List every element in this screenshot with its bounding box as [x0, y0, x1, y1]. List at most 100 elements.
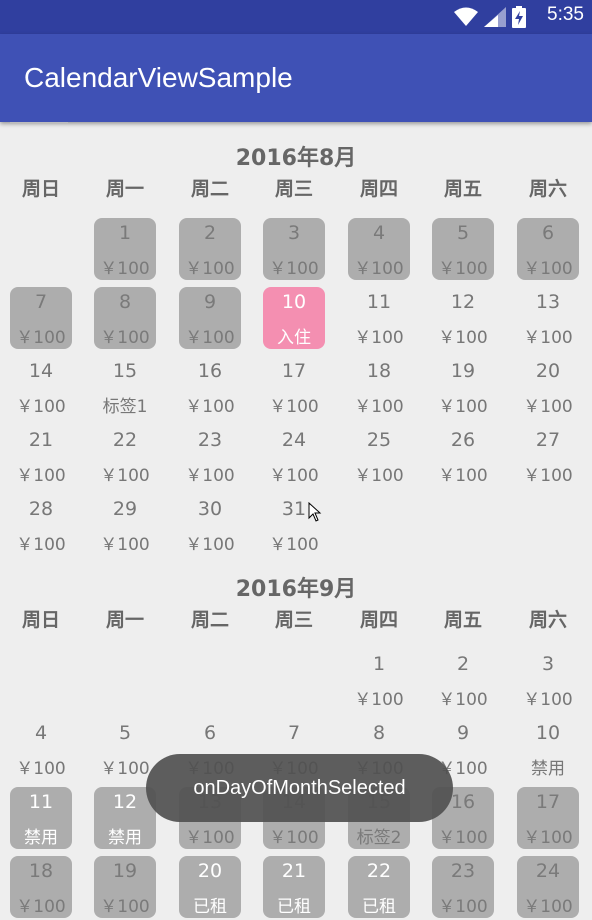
day-cell[interactable]: 25 ￥100	[348, 425, 410, 487]
day-label: ￥100	[185, 535, 235, 555]
day-number: 2	[203, 222, 217, 244]
day-number: 23	[450, 860, 476, 882]
day-cell[interactable]: 1 ￥100	[94, 218, 156, 280]
day-label: 已租	[193, 897, 227, 917]
day-number: 6	[541, 222, 555, 244]
day-label: ￥100	[523, 828, 573, 848]
day-cell[interactable]: 18 ￥100	[348, 356, 410, 418]
day-label: 入住	[277, 328, 311, 348]
day-cell[interactable]: 20 ￥100	[517, 356, 579, 418]
day-number: 28	[28, 498, 54, 520]
day-cell[interactable]: 12 ￥100	[432, 287, 494, 349]
weekday-header: 周五	[443, 178, 482, 200]
day-cell[interactable]: 7 ￥100	[10, 287, 72, 349]
day-number: 1	[118, 222, 132, 244]
weekday-header: 周日	[21, 609, 60, 631]
weekday-header: 周三	[274, 178, 313, 200]
day-cell[interactable]: 1 ￥100	[348, 649, 410, 711]
day-cell[interactable]: 10 入住	[263, 287, 325, 349]
day-cell[interactable]: 3 ￥100	[517, 649, 579, 711]
day-number: 23	[197, 429, 223, 451]
day-label: ￥100	[100, 466, 150, 486]
day-cell[interactable]: 30 ￥100	[179, 494, 241, 556]
weekday-header: 周二	[190, 178, 229, 200]
status-bar: 5:35	[0, 0, 592, 34]
day-cell[interactable]: 23 ￥100	[432, 856, 494, 918]
day-cell[interactable]: 5 ￥100	[94, 718, 156, 780]
day-cell[interactable]: 4 ￥100	[10, 718, 72, 780]
day-cell[interactable]: 18 ￥100	[10, 856, 72, 918]
day-number: 7	[287, 722, 301, 744]
day-cell[interactable]: 6 ￥100	[517, 218, 579, 280]
day-number: 30	[197, 498, 223, 520]
day-cell[interactable]: 2 ￥100	[179, 218, 241, 280]
day-cell[interactable]: 21 已租	[263, 856, 325, 918]
day-number: 7	[34, 291, 48, 313]
day-label: ￥100	[185, 328, 235, 348]
day-cell[interactable]: 19 ￥100	[94, 856, 156, 918]
weekday-header: 周五	[443, 609, 482, 631]
weekday-header: 周一	[105, 178, 144, 200]
signal-icon	[484, 7, 506, 27]
day-label: ￥100	[523, 897, 573, 917]
day-cell[interactable]: 4 ￥100	[348, 218, 410, 280]
weekday-header: 周六	[528, 178, 567, 200]
day-cell[interactable]: 26 ￥100	[432, 425, 494, 487]
day-cell[interactable]: 22 ￥100	[94, 425, 156, 487]
day-cell[interactable]: 23 ￥100	[179, 425, 241, 487]
day-cell[interactable]: 14 ￥100	[10, 356, 72, 418]
day-label: 已租	[362, 897, 396, 917]
day-label: ￥100	[185, 828, 235, 848]
day-label: ￥100	[16, 466, 66, 486]
day-cell[interactable]: 20 已租	[179, 856, 241, 918]
day-cell[interactable]: 17 ￥100	[263, 356, 325, 418]
day-label: ￥100	[16, 397, 66, 417]
day-label: ￥100	[438, 259, 488, 279]
day-label: ￥100	[438, 397, 488, 417]
day-number: 12	[450, 291, 476, 313]
day-cell[interactable]: 11 禁用	[10, 787, 72, 849]
day-number: 5	[118, 722, 132, 744]
day-label: 标签2	[356, 828, 402, 848]
day-label: ￥100	[269, 535, 319, 555]
day-cell[interactable]: 13 ￥100	[517, 287, 579, 349]
day-cell[interactable]: 17 ￥100	[517, 787, 579, 849]
weekday-header: 周四	[359, 178, 398, 200]
day-label: ￥100	[523, 466, 573, 486]
day-cell[interactable]: 11 ￥100	[348, 287, 410, 349]
day-cell[interactable]: 19 ￥100	[432, 356, 494, 418]
day-label: 禁用	[531, 759, 565, 779]
day-cell[interactable]: 24 ￥100	[517, 856, 579, 918]
day-label: ￥100	[16, 535, 66, 555]
day-cell[interactable]: 21 ￥100	[10, 425, 72, 487]
day-label: ￥100	[100, 259, 150, 279]
day-label: ￥100	[438, 328, 488, 348]
day-cell[interactable]: 9 ￥100	[179, 287, 241, 349]
day-number: 16	[197, 360, 223, 382]
day-number: 29	[112, 498, 138, 520]
day-number: 8	[118, 291, 132, 313]
day-cell[interactable]: 16 ￥100	[179, 356, 241, 418]
day-number: 22	[112, 429, 138, 451]
day-cell[interactable]: 8 ￥100	[94, 287, 156, 349]
day-cell[interactable]: 10 禁用	[517, 718, 579, 780]
day-label: ￥100	[16, 759, 66, 779]
day-cell[interactable]: 28 ￥100	[10, 494, 72, 556]
day-cell[interactable]: 15 标签1	[94, 356, 156, 418]
day-cell[interactable]: 24 ￥100	[263, 425, 325, 487]
day-cell[interactable]: 2 ￥100	[432, 649, 494, 711]
day-cell[interactable]: 27 ￥100	[517, 425, 579, 487]
day-label: ￥100	[269, 828, 319, 848]
day-label: 禁用	[24, 828, 58, 848]
day-label: ￥100	[269, 397, 319, 417]
day-cell[interactable]: 22 已租	[348, 856, 410, 918]
day-label: ￥100	[185, 259, 235, 279]
day-number: 22	[366, 860, 392, 882]
day-cell[interactable]: 5 ￥100	[432, 218, 494, 280]
day-number: 1	[372, 653, 386, 675]
day-number: 4	[372, 222, 386, 244]
day-number: 3	[287, 222, 301, 244]
day-cell[interactable]: 29 ￥100	[94, 494, 156, 556]
day-number: 19	[450, 360, 476, 382]
day-cell[interactable]: 3 ￥100	[263, 218, 325, 280]
